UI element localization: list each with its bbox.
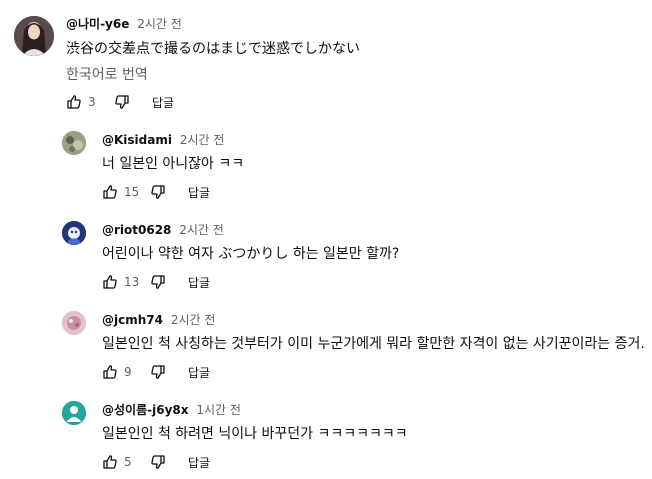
comment-text: 일본인인 척 하려면 닉이나 바꾸던가 ㅋㅋㅋㅋㅋㅋㅋ <box>102 426 408 442</box>
reply-comment: @riot0628 2시간 전 어린이나 약한 여자 ぶつかりし 하는 일본만 … <box>0 212 652 300</box>
comment-header: @riot0628 2시간 전 <box>102 221 224 238</box>
reply-comment: @Kisidami 2시간 전 너 일본인 아니잖아 ㅋㅋ 15 답글 <box>0 122 652 210</box>
comment-header: @나미-y6e 2시간 전 <box>66 15 182 32</box>
comment-actions: 3 답글 <box>66 92 174 112</box>
like-count: 5 <box>124 455 132 469</box>
like-count: 3 <box>88 95 96 109</box>
timestamp[interactable]: 2시간 전 <box>171 313 216 327</box>
avatar[interactable] <box>62 221 86 245</box>
comment-actions: 5 답글 <box>102 452 210 472</box>
avatar[interactable] <box>14 16 54 56</box>
author-name[interactable]: @jcmh74 <box>102 313 163 327</box>
thumbs-down-icon[interactable] <box>150 454 166 470</box>
thumbs-down-icon[interactable] <box>114 94 130 110</box>
timestamp[interactable]: 2시간 전 <box>179 223 224 237</box>
comment-actions: 9 답글 <box>102 362 210 382</box>
comment-text: 너 일본인 아니잖아 ㅋㅋ <box>102 156 245 172</box>
translate-link[interactable]: 한국어로 번역 <box>66 64 148 84</box>
thumbs-up-icon[interactable] <box>66 94 82 110</box>
avatar[interactable] <box>62 311 86 335</box>
reply-button[interactable]: 답글 <box>188 364 210 381</box>
avatar[interactable] <box>62 131 86 155</box>
reply-comment: @성이름-j6y8x 1시간 전 일본인인 척 하려면 닉이나 바꾸던가 ㅋㅋㅋ… <box>0 392 652 479</box>
thumbs-down-icon[interactable] <box>150 184 166 200</box>
reply-comment: @jcmh74 2시간 전 일본인인 척 사칭하는 것부터가 이미 누군가에게 … <box>0 302 652 390</box>
comment-header: @성이름-j6y8x 1시간 전 <box>102 401 241 418</box>
reply-button[interactable]: 답글 <box>152 94 174 111</box>
thumbs-up-icon[interactable] <box>102 184 118 200</box>
timestamp[interactable]: 2시간 전 <box>180 133 225 147</box>
like-count: 15 <box>124 185 140 199</box>
author-name[interactable]: @성이름-j6y8x <box>102 403 188 417</box>
timestamp[interactable]: 2시간 전 <box>137 17 182 31</box>
avatar[interactable] <box>62 401 86 425</box>
thumbs-down-icon[interactable] <box>150 364 166 380</box>
comment-text: 渋谷の交差点で撮るのはまじで迷惑でしかない <box>66 41 360 57</box>
comment-text: 일본인인 척 사칭하는 것부터가 이미 누군가에게 뭐라 할만한 자격이 없는 … <box>102 336 645 352</box>
thumbs-up-icon[interactable] <box>102 274 118 290</box>
comment-header: @jcmh74 2시간 전 <box>102 311 215 328</box>
comment-header: @Kisidami 2시간 전 <box>102 131 224 148</box>
like-count: 13 <box>124 275 140 289</box>
comment-text: 어린이나 약한 여자 ぶつかりし 하는 일본만 할까? <box>102 246 400 262</box>
reply-button[interactable]: 답글 <box>188 274 210 291</box>
thumbs-up-icon[interactable] <box>102 364 118 380</box>
author-name[interactable]: @나미-y6e <box>66 17 129 31</box>
author-name[interactable]: @riot0628 <box>102 223 171 237</box>
reply-button[interactable]: 답글 <box>188 184 210 201</box>
timestamp[interactable]: 1시간 전 <box>196 403 241 417</box>
thumbs-up-icon[interactable] <box>102 454 118 470</box>
main-comment: @나미-y6e 2시간 전 渋谷の交差点で撮るのはまじで迷惑でしかない 한국어로… <box>0 0 652 120</box>
reply-button[interactable]: 답글 <box>188 454 210 471</box>
author-name[interactable]: @Kisidami <box>102 133 172 147</box>
like-count: 9 <box>124 365 132 379</box>
comment-actions: 15 답글 <box>102 182 210 202</box>
thumbs-down-icon[interactable] <box>150 274 166 290</box>
comment-actions: 13 답글 <box>102 272 210 292</box>
